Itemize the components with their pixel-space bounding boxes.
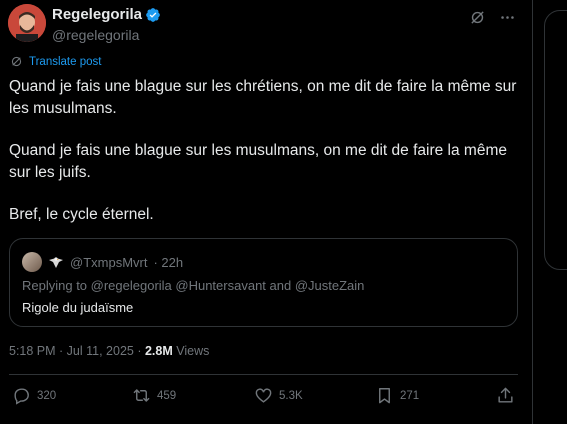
tweet-header: Regelegorila @regelegorila: [8, 4, 524, 44]
verified-badge-icon: [146, 7, 160, 22]
quoted-tweet-time: · 22h: [153, 254, 184, 270]
tweet-paragraph: Bref, le cycle éternel.: [9, 206, 154, 223]
translate-label: Translate post: [29, 55, 102, 68]
repost-icon: [133, 389, 150, 402]
reply-button[interactable]: 320: [12, 386, 56, 405]
author-display-name[interactable]: Regelegorila: [52, 6, 161, 23]
bookmark-icon: [379, 388, 390, 404]
sidebar-card: [544, 10, 567, 270]
quoted-tweet[interactable]: @TxmpsMvrt · 22h Replying to @regelegori…: [9, 238, 518, 327]
views-count: 2.8M: [144, 344, 173, 358]
quoted-replying-to: Replying to @regelegorila @Huntersavant …: [22, 278, 365, 293]
tweet-meta: 5:18 PM · Jul 11, 2025 · 2.8M Views: [9, 344, 209, 358]
eagle-emoji-icon: [49, 257, 63, 268]
views-label: Views: [172, 344, 210, 358]
author-handle[interactable]: @regelegorila: [52, 27, 161, 43]
tweet-paragraph: Quand je fais une blague sur les musulma…: [9, 142, 512, 181]
like-button[interactable]: 5.3K: [254, 386, 303, 405]
quoted-tweet-text: Rigole du judaïsme: [22, 300, 134, 315]
tweet-column: Regelegorila @regelegorila Translate pos…: [0, 0, 533, 424]
quoted-author-avatar: [22, 252, 42, 272]
like-count: 5.3K: [279, 389, 303, 402]
translate-icon: [11, 56, 22, 67]
tweet-paragraph: Quand je fais une blague sur les chrétie…: [9, 78, 521, 117]
quoted-author-handle: @TxmpsMvrt: [70, 254, 148, 270]
more-icon[interactable]: [498, 8, 516, 26]
avatar-image: [8, 4, 46, 42]
action-bar: 320 459 5.3K 271: [10, 386, 518, 410]
tweet-timestamp[interactable]: 5:18 PM · Jul 11, 2025 ·: [9, 344, 145, 358]
tweet-text: Quand je fais une blague sur les chrétie…: [9, 76, 524, 246]
bookmark-button[interactable]: 271: [375, 386, 419, 405]
quoted-tweet-header: @TxmpsMvrt · 22h: [22, 252, 183, 272]
divider: [9, 374, 518, 375]
header-icons: [468, 8, 516, 26]
avatar[interactable]: [8, 4, 46, 42]
reply-icon: [14, 388, 29, 405]
right-sidebar: [534, 0, 567, 424]
translate-post-link[interactable]: Translate post: [10, 55, 101, 68]
reply-count: 320: [37, 389, 57, 402]
author-display-name-text: Regelegorila: [52, 6, 143, 23]
repost-button[interactable]: 459: [132, 386, 176, 405]
author-names: Regelegorila @regelegorila: [52, 6, 161, 43]
share-icon: [498, 387, 513, 403]
grok-icon[interactable]: [468, 8, 486, 26]
repost-count: 459: [157, 389, 177, 402]
like-icon: [255, 388, 272, 403]
bookmark-count: 271: [400, 389, 420, 402]
share-button[interactable]: [496, 386, 515, 405]
